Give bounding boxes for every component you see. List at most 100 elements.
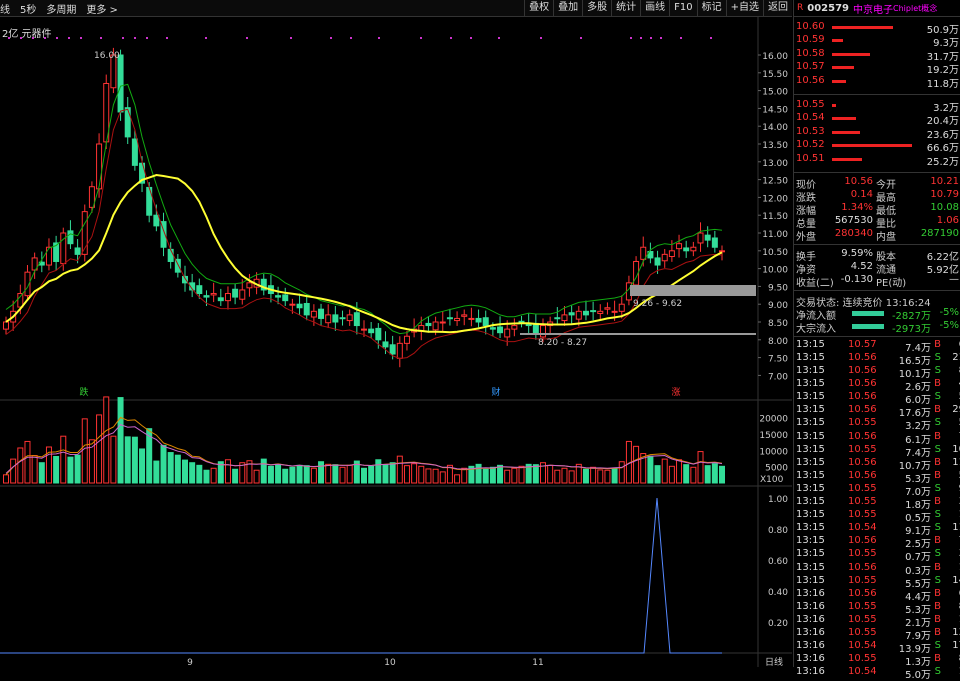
volume-bar	[375, 459, 382, 484]
bid-price: 10.53	[796, 125, 825, 137]
ask-row[interactable]: 10.57 19.2万	[794, 61, 960, 76]
tick-row: 13:1510.557.0万S9	[796, 482, 960, 498]
volume-bar	[275, 463, 282, 484]
quote-value: 10.21	[930, 175, 959, 187]
candle-body	[704, 234, 711, 241]
candle-body	[489, 327, 496, 330]
candle-body	[203, 295, 210, 298]
candle-body	[604, 307, 611, 310]
tool-button-7[interactable]: +自选	[725, 0, 763, 16]
volume-bar	[425, 468, 432, 484]
volume-bar	[196, 464, 203, 484]
volume-bar	[396, 455, 403, 484]
volume-bar	[60, 435, 67, 484]
candle-body	[482, 317, 489, 327]
volume-bar	[582, 468, 589, 484]
volume-bar	[167, 452, 174, 484]
stock-header: R 002579 中京电子 Chiplet概念	[794, 0, 960, 17]
stock-name[interactable]: 中京电子	[853, 1, 893, 16]
tool-button-3[interactable]: 统计	[611, 0, 640, 16]
candle-body	[590, 310, 597, 313]
month-label: 9	[187, 658, 193, 667]
candle-body	[711, 237, 718, 248]
period-tab-0[interactable]: 线	[0, 1, 10, 16]
period-tab-1[interactable]: 5秒	[20, 1, 36, 16]
quote-row: 收益(二) -0.130 PE(动) —	[794, 273, 960, 289]
price-tick: 15.00	[762, 88, 788, 98]
bid-price: 10.52	[796, 139, 825, 151]
tick-row: 13:1510.562.5万B7	[796, 535, 960, 551]
quote-value: 9.59%	[841, 247, 873, 259]
candle-body	[518, 320, 525, 323]
period-tab-2[interactable]: 多周期	[46, 1, 76, 16]
candle-body	[74, 247, 81, 255]
candle-body	[676, 243, 683, 250]
volume-bar	[389, 462, 396, 484]
tick-row: 13:1510.550.7万S3	[796, 548, 960, 564]
ask-row[interactable]: 10.59 9.3万	[794, 34, 960, 49]
volume-bar	[174, 454, 181, 484]
candle-body	[361, 328, 367, 331]
candle-body	[568, 312, 575, 316]
tick-row: 13:1510.562.6万B4	[796, 378, 960, 394]
ask-price: 10.56	[796, 74, 825, 86]
volume-bar	[289, 466, 296, 484]
tool-button-6[interactable]: 标记	[696, 0, 726, 16]
volume-bar	[124, 436, 131, 484]
ask-price: 10.57	[796, 61, 825, 73]
price-tick: 9.00	[768, 301, 788, 311]
indicator-tick: 0.20	[768, 619, 788, 629]
bid-row[interactable]: 10.55 3.2万	[794, 99, 960, 114]
volume-tick: 20000	[759, 415, 788, 425]
quote-value: 10.79	[930, 188, 959, 200]
quote-value: 4.52	[850, 260, 873, 272]
candle-body	[17, 293, 24, 308]
quote-row: 外盘 280340 内盘 287190	[794, 228, 960, 243]
ask-depth-bar	[832, 39, 844, 43]
quote-value: -0.130	[840, 273, 873, 285]
tool-button-2[interactable]: 多股	[582, 0, 611, 16]
volume-bar	[697, 451, 704, 484]
volume-bar	[690, 466, 697, 484]
pressure-zone-label: 9.26 - 9.62	[633, 299, 682, 309]
ask-book: 10.60 50.9万 10.59 9.3万 10.58 31.7万 10.57 19.2万 1…	[794, 17, 960, 90]
volume-bar	[411, 463, 418, 484]
tool-button-4[interactable]: 画线	[640, 0, 669, 16]
bid-row[interactable]: 10.53 23.6万	[794, 125, 960, 141]
pressure-zone	[630, 285, 756, 296]
tick-list[interactable]: 13:1510.577.4万B613:1510.5616.5万S2113:151…	[794, 337, 960, 681]
price-tick: 10.50	[762, 248, 788, 258]
tool-button-8[interactable]: 返回	[763, 0, 792, 16]
tool-button-0[interactable]: 叠权	[524, 0, 553, 16]
volume-bar	[439, 471, 446, 484]
tick-row: 13:1510.577.4万B6	[796, 338, 960, 354]
volume-bar	[676, 459, 683, 484]
bid-row[interactable]: 10.54 20.4万	[794, 112, 960, 127]
indicator-tick: 0.40	[768, 588, 788, 598]
candle-body	[167, 248, 174, 262]
tool-buttons: 叠权 叠加 多股 统计 画线 F10 标记 +自选 返回	[524, 0, 792, 16]
kline-chart[interactable]: 16.00 15.50 15.00 14.50 14.00 13.50 13.00 12.50…	[0, 17, 792, 667]
bid-row[interactable]: 10.52 66.6万	[794, 139, 960, 154]
tick-row: 13:1510.5610.7万B11	[796, 456, 960, 472]
tool-button-1[interactable]: 叠加	[553, 0, 582, 16]
period-label[interactable]: 日线	[765, 656, 783, 667]
bid-volume: 25.2万	[926, 156, 959, 168]
ask-row[interactable]: 10.60 50.9万	[794, 21, 960, 36]
volume-bar	[683, 464, 690, 484]
ask-row[interactable]: 10.56 11.8万	[794, 74, 960, 90]
candle-body	[325, 314, 332, 324]
candle-body	[3, 321, 9, 330]
volume-bar	[568, 470, 575, 484]
candle-body	[196, 285, 203, 295]
price-tick: 7.50	[768, 355, 788, 365]
concept-tag[interactable]: Chiplet概念	[893, 3, 937, 14]
tick-row: 13:1510.550.5万S1	[796, 509, 960, 525]
period-tab-3[interactable]: 更多 >	[86, 1, 118, 16]
ask-row[interactable]: 10.58 31.7万	[794, 48, 960, 63]
volume-bar	[310, 467, 317, 484]
candle-body	[654, 257, 661, 266]
tool-button-5[interactable]: F10	[669, 0, 696, 16]
volume-bar	[561, 467, 568, 484]
bid-row[interactable]: 10.51 25.2万	[794, 153, 960, 168]
